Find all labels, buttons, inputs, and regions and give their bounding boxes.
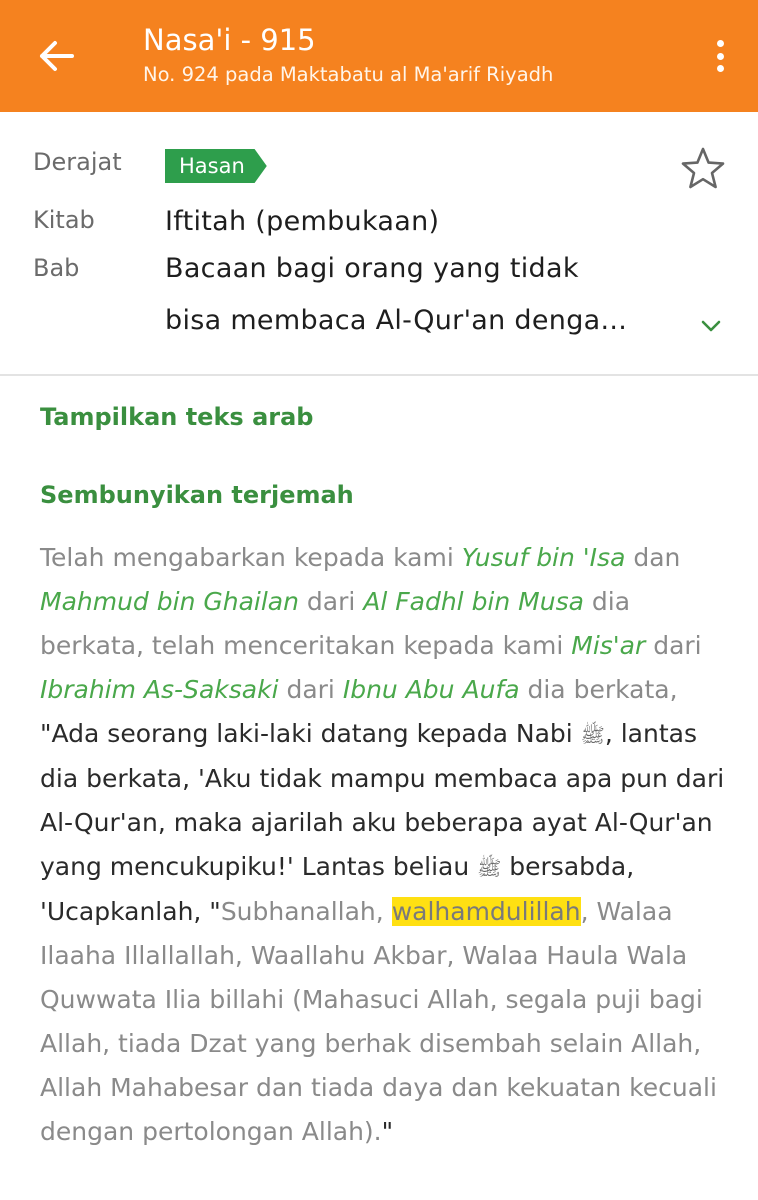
- bab-label: Bab: [33, 254, 80, 282]
- translation-segment: dan: [625, 543, 681, 572]
- salawat-glyph: ﷺ: [580, 723, 605, 747]
- hadith-meta: Derajat Hasan Kitab Iftitah (pembukaan) …: [0, 112, 758, 376]
- translation-segment: dari: [645, 631, 702, 660]
- kitab-label: Kitab: [33, 206, 95, 234]
- dzikir-text: Subhanallah,: [220, 897, 392, 926]
- more-vertical-icon-dot: [716, 65, 724, 72]
- narrator-link[interactable]: Mis'ar: [571, 631, 645, 660]
- page-title: Nasa'i - 915: [143, 23, 316, 57]
- hadith-quote: ": [381, 1117, 394, 1146]
- app-bar: Nasa'i - 915 No. 924 pada Maktabatu al M…: [0, 0, 758, 112]
- translation-segment: dari: [298, 587, 364, 616]
- narrator-link[interactable]: Ibnu Abu Aufa: [343, 675, 520, 704]
- chevron-down-icon: [701, 320, 721, 332]
- more-vertical-icon: [716, 40, 724, 47]
- more-vertical-icon-dot: [716, 52, 724, 60]
- translation-segment: dari: [278, 675, 343, 704]
- hadith-quote: "Ada seorang laki-laki datang kepada Nab…: [40, 719, 581, 748]
- kitab-value: Iftitah (pembukaan): [165, 206, 440, 237]
- dzikir-text: , Walaa Ilaaha Illallallah, Waallahu Akb…: [40, 897, 717, 1146]
- narrator-link[interactable]: Al Fadhl bin Musa: [363, 587, 584, 616]
- derajat-label: Derajat: [33, 148, 122, 176]
- arrow-left-icon: [40, 41, 74, 71]
- page-subtitle: No. 924 pada Maktabatu al Ma'arif Riyadh: [143, 63, 554, 86]
- star-outline-icon: [681, 147, 725, 189]
- bab-value-line-1: Bacaan bagi orang yang tidak: [165, 253, 579, 284]
- narrator-link[interactable]: Ibrahim As-Saksaki: [40, 675, 279, 704]
- translation-segment: dia berkata,: [519, 675, 678, 704]
- bab-value-line-2: bisa membaca Al-Qur'an denga...: [165, 305, 628, 336]
- expand-bab-button[interactable]: [700, 318, 722, 334]
- bookmark-button[interactable]: [678, 145, 728, 193]
- back-button[interactable]: [30, 30, 82, 82]
- translation-text: Telah mengabarkan kepada kami Yusuf bin …: [40, 536, 730, 1154]
- show-arabic-link[interactable]: Tampilkan teks arab: [40, 403, 313, 431]
- narrator-link[interactable]: Yusuf bin 'Isa: [462, 543, 626, 572]
- more-options-button[interactable]: [706, 34, 734, 78]
- grade-badge: Hasan: [165, 149, 267, 183]
- translation-segment: Telah mengabarkan kepada kami: [40, 543, 462, 572]
- hide-translation-link[interactable]: Sembunyikan terjemah: [40, 481, 354, 509]
- app-bar-titles: Nasa'i - 915 No. 924 pada Maktabatu al M…: [143, 22, 553, 88]
- salawat-glyph: ﷺ: [477, 856, 502, 880]
- narrator-link[interactable]: Mahmud bin Ghailan: [40, 587, 299, 616]
- search-highlight: walhamdulillah: [391, 897, 581, 926]
